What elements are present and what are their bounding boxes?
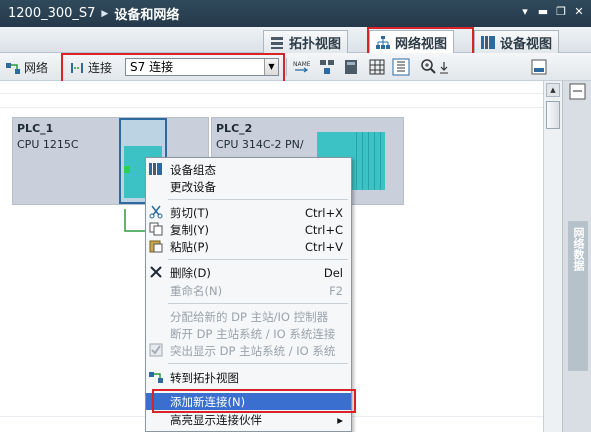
chevron-down-icon[interactable]: ▼ [264,59,278,75]
connection-mode-button[interactable]: 连接 [70,59,112,76]
device-view-icon [481,35,495,49]
ethernet-port-icon[interactable] [124,166,130,173]
menu-item-device-config[interactable]: 设备组态 [146,161,351,178]
toolbar-separator [62,58,63,76]
menu-item-rename: 重命名(N) F2 [170,283,343,298]
tab-topology-label: 拓扑视图 [289,36,342,52]
title-bar: 1200_300_S7 ▶ 设备和网络 ▾ ▬ ❐ ✕ [0,0,591,27]
network-overview-icon[interactable] [318,58,336,76]
toolbar: 网络 连接 S7 连接 ▼ NAME [0,53,591,81]
device-icon[interactable] [342,58,360,76]
menu-item-cut[interactable]: 剪切(T) Ctrl+X [146,204,351,221]
menu-item-disconnect-dp-system: 断开 DP 主站系统 / IO 系统连接 [170,326,336,341]
tab-device-label: 设备视图 [500,36,553,52]
zoom-dropdown-icon[interactable] [438,58,450,76]
context-menu: 设备组态 更改设备 剪切(T) Ctrl+X 复制(Y) Ctrl+C 粘贴(P… [145,157,352,432]
vertical-scrollbar[interactable]: ▲ [543,81,562,432]
page-title: 设备和网络 [114,8,180,23]
tab-network-view[interactable]: 网络视图 [369,30,455,53]
grid-icon[interactable] [368,58,386,76]
menu-item-paste[interactable]: 粘贴(P) Ctrl+V [146,238,351,255]
tab-topology-view[interactable]: 拓扑视图 [263,30,349,53]
project-name: 1200_300_S7 [8,6,96,21]
menu-item-add-new-connection[interactable]: 添加新连接(N) [146,393,351,410]
menu-item-highlight-dp-system: 突出显示 DP 主站系统 / IO 系统 [146,342,351,359]
minimize-button[interactable]: ▬ [537,5,549,19]
svg-text:NAME: NAME [293,61,310,68]
connection-icon [71,62,83,73]
device-config-icon [149,163,162,175]
device-name: PLC_1 [17,122,54,135]
menu-item-assign-dp-master: 分配给新的 DP 主站/IO 控制器 [170,309,329,324]
copy-icon [149,222,163,236]
rename-icon[interactable]: NAME [292,58,310,76]
network-mode-label: 网络 [24,61,49,75]
panel-layout-icon[interactable] [530,58,548,76]
network-view-icon [376,35,390,49]
topology-icon [271,36,283,49]
network-icon [6,62,20,74]
device-type: CPU 314C-2 PN/ [216,138,304,151]
scroll-thumb[interactable] [546,101,560,129]
network-mode-button[interactable]: 网络 [6,59,48,76]
cut-icon [149,205,163,219]
checkbox-icon [149,343,163,357]
connection-type-value: S7 连接 [130,60,174,74]
connection-mode-label: 连接 [88,61,113,75]
breadcrumb-arrow-icon: ▶ [101,8,109,19]
close-button[interactable]: ✕ [573,5,585,19]
tab-device-view[interactable]: 设备视图 [474,30,560,53]
view-tab-bar: 拓扑视图 网络视图 设备视图 [0,27,591,53]
device-type: CPU 1215C [17,138,79,151]
side-panel: 网络数据 [562,81,591,432]
menu-item-copy[interactable]: 复制(Y) Ctrl+C [146,221,351,238]
table-view-icon[interactable] [392,58,410,76]
connection-type-select[interactable]: S7 连接 ▼ [125,58,279,76]
device-name: PLC_2 [216,122,253,135]
tab-network-label: 网络视图 [395,36,448,52]
restore-button[interactable]: ❐ [555,5,567,19]
menu-item-goto-topology[interactable]: 转到拓扑视图 [146,369,351,386]
menu-item-delete[interactable]: 删除(D) Del [146,264,351,281]
delete-icon [150,266,162,278]
paste-icon [149,240,163,253]
panel-toggle-icon[interactable] [569,83,586,100]
window-menu-button[interactable]: ▾ [519,5,531,19]
topology-icon [149,372,163,383]
menu-item-change-device[interactable]: 更改设备 [146,178,351,195]
menu-item-highlight-partner[interactable]: 高亮显示连接伙伴 ▸ [146,411,351,428]
network-data-tab[interactable]: 网络数据 [568,221,588,371]
submenu-arrow-icon: ▸ [337,412,343,427]
window-buttons: ▾ ▬ ❐ ✕ [519,5,585,19]
toolbar-separator [286,58,287,76]
scroll-up-icon[interactable]: ▲ [546,83,560,97]
zoom-icon[interactable] [420,58,438,76]
